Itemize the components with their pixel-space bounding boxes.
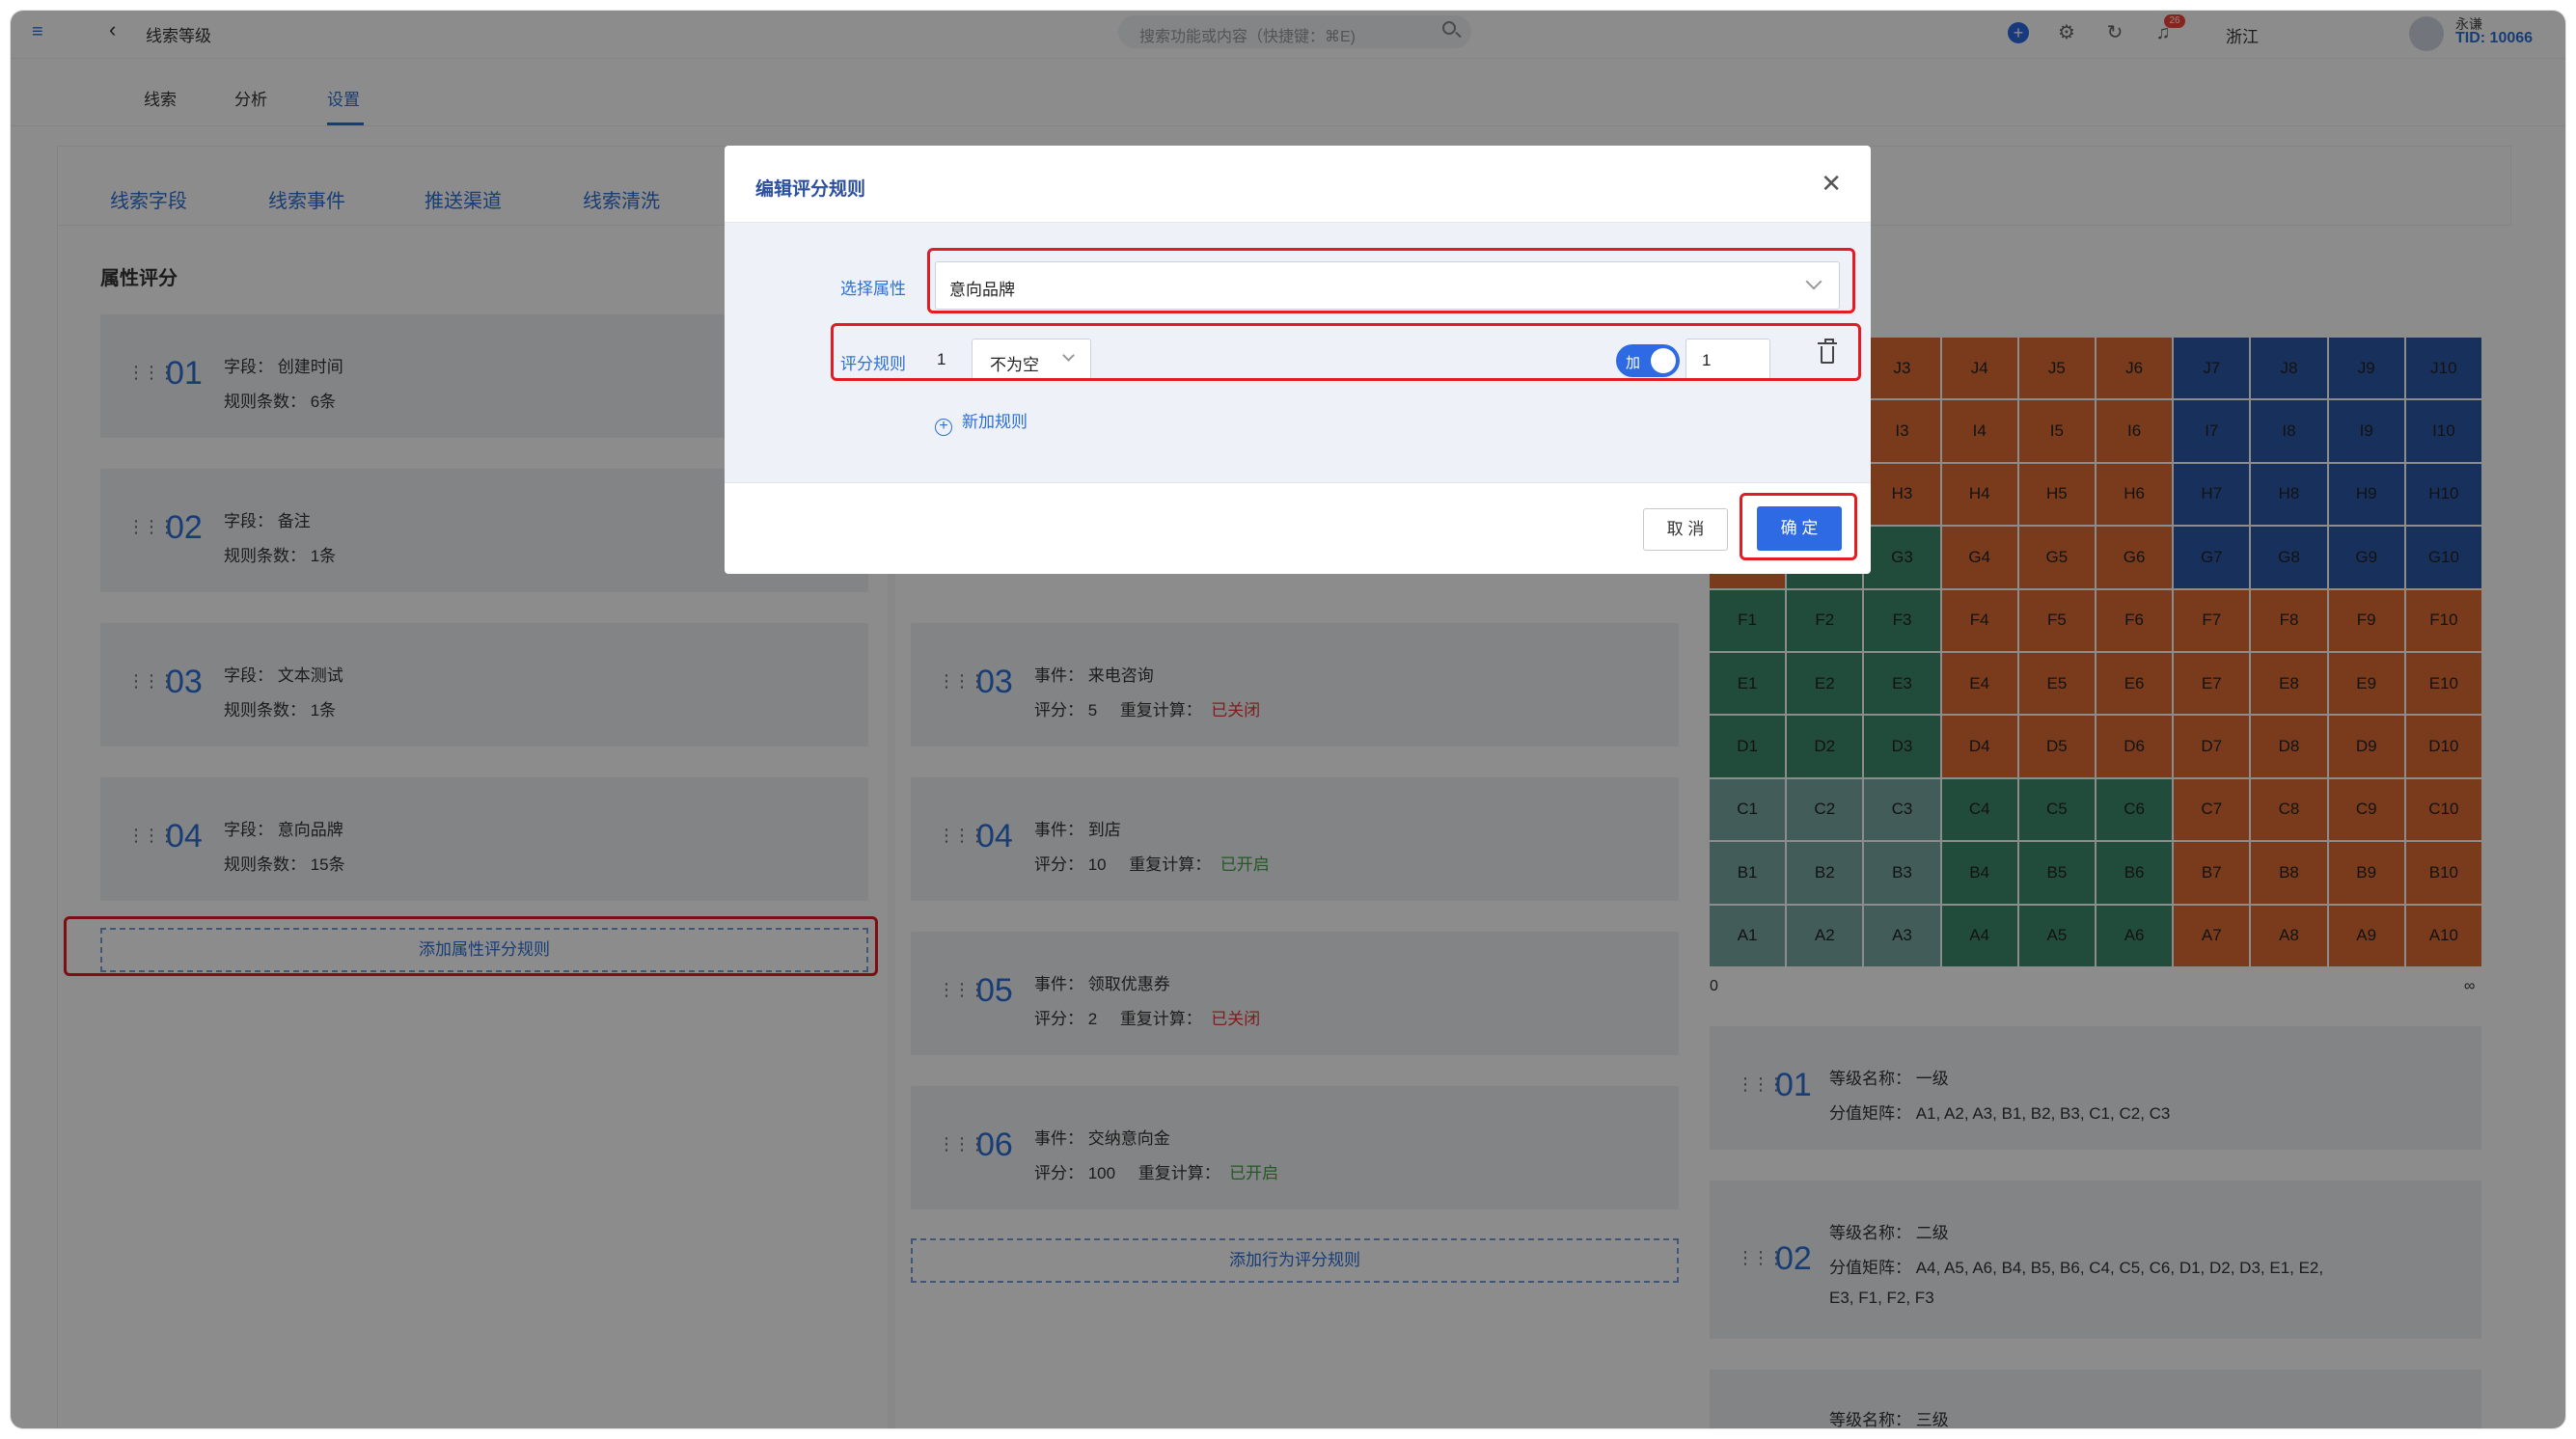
highlight-box xyxy=(831,323,1861,381)
dialog-body: 选择属性 意向品牌 评分规则 1 不为空 加 1 + 新加规则 xyxy=(725,223,1871,483)
plus-circle-icon: + xyxy=(935,419,952,436)
edit-score-rule-dialog: 编辑评分规则 ✕ 选择属性 意向品牌 评分规则 1 不为空 加 1 + 新加规则… xyxy=(725,146,1871,574)
add-rule-link[interactable]: + 新加规则 xyxy=(935,408,1028,436)
cancel-button[interactable]: 取 消 xyxy=(1643,508,1728,551)
dialog-title: 编辑评分规则 xyxy=(755,179,866,200)
attribute-label: 选择属性 xyxy=(840,280,906,298)
add-rule-label: 新加规则 xyxy=(962,413,1028,431)
close-icon[interactable]: ✕ xyxy=(1821,171,1842,196)
highlight-box xyxy=(1740,493,1857,560)
highlight-box xyxy=(927,248,1855,313)
dialog-header: 编辑评分规则 ✕ xyxy=(725,146,1871,223)
app-window: ≡ ‹ 线索等级 搜索功能或内容（快捷键：⌘E) + ⚙ ↻ ♫ 26 浙江 永… xyxy=(10,10,2566,1429)
